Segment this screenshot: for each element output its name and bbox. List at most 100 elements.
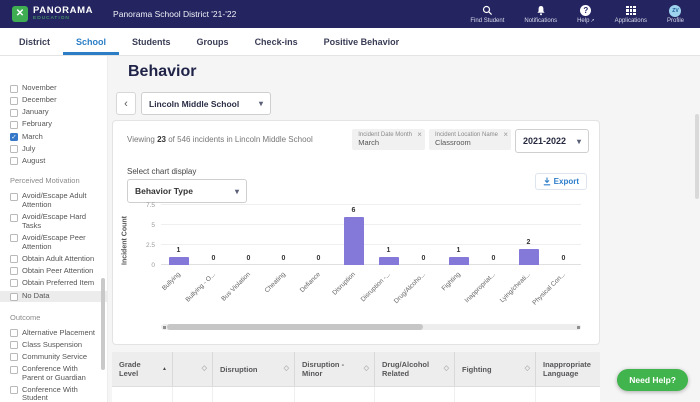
checkbox[interactable] (10, 366, 18, 374)
column-label: Disruption (220, 365, 258, 374)
column-header-grade-level[interactable]: Grade Level▲ (112, 352, 173, 386)
checkbox[interactable] (10, 234, 18, 242)
page-title: Behavior (128, 63, 196, 81)
checkbox-checked[interactable]: ✓ (10, 133, 18, 141)
bar-value-label: 0 (269, 255, 299, 262)
close-icon[interactable]: × (417, 130, 422, 139)
find-student-label: Find Student (470, 18, 504, 24)
notifications-label: Notifications (524, 18, 557, 24)
filter-item-obtain-adult-attention[interactable]: Obtain Adult Attention (10, 255, 101, 264)
filter-item-label: Obtain Peer Attention (22, 267, 93, 276)
filter-item-obtain-preferred-item[interactable]: Obtain Preferred Item (10, 279, 101, 288)
export-button[interactable]: Export (535, 173, 587, 190)
checkbox[interactable] (10, 386, 18, 394)
filter-chip-location: Incident Location Name Classroom × (429, 129, 511, 150)
export-label: Export (554, 177, 579, 186)
column-header-drug-alcohol-related[interactable]: Drug/Alcohol Related◇ (375, 352, 455, 386)
checkbox[interactable] (10, 97, 18, 105)
filter-item-label: Conference With Student (22, 386, 101, 402)
scroll-left-arrow[interactable] (163, 326, 166, 329)
filter-item-conference-with-student[interactable]: Conference With Student (10, 386, 101, 402)
column-header-blank[interactable]: ◇ (173, 352, 213, 386)
tab-school[interactable]: School (63, 28, 119, 55)
filter-item-obtain-peer-attention[interactable]: Obtain Peer Attention (10, 267, 101, 276)
scrollbar-handle[interactable] (167, 324, 423, 330)
checkbox[interactable] (10, 267, 18, 275)
applications-button[interactable]: Applications (615, 5, 647, 24)
checkbox[interactable] (10, 121, 18, 129)
tab-district[interactable]: District (6, 28, 63, 55)
filter-item-august[interactable]: August (10, 157, 101, 166)
main-vertical-scrollbar[interactable] (695, 114, 699, 199)
filter-chip-date-month: Incident Date Month March × (352, 129, 425, 150)
panorama-logo[interactable]: ✕ PANORAMA EDUCATION (12, 6, 93, 22)
tab-students[interactable]: Students (119, 28, 184, 55)
filter-item-avoid-escape-adult-attention[interactable]: Avoid/Escape Adult Attention (10, 192, 101, 209)
back-button[interactable]: ‹ (116, 92, 136, 115)
filter-item-december[interactable]: December (10, 96, 101, 105)
tab-positive-behavior[interactable]: Positive Behavior (311, 28, 413, 55)
help-label: Help↗ (577, 18, 595, 24)
checkbox[interactable] (10, 109, 18, 117)
sidebar-scrollbar[interactable] (101, 278, 105, 370)
school-year-dropdown[interactable]: 2021-2022 ▾ (515, 129, 589, 153)
chart-display-dropdown[interactable]: Behavior Type ▾ (127, 179, 247, 203)
sort-icon: ◇ (202, 365, 207, 373)
column-header-disruption[interactable]: Disruption◇ (213, 352, 295, 386)
column-header-inappropriate-language[interactable]: Inappropriate Language◇ (536, 352, 600, 386)
column-header-fighting[interactable]: Fighting◇ (455, 352, 536, 386)
bar-value-label: 0 (234, 255, 264, 262)
table-row (112, 387, 600, 402)
filter-item-community-service[interactable]: Community Service (10, 353, 101, 362)
checkbox[interactable] (10, 157, 18, 165)
chart-plot-area: 1Bullying0Bullying - O...0Bus Violation0… (161, 205, 581, 265)
behavior-bar-chart: Incident Count 02.557.5 1Bullying0Bullyi… (113, 205, 599, 345)
tab-check-ins[interactable]: Check-ins (242, 28, 311, 55)
y-axis-tick: 0 (129, 262, 155, 269)
filter-item-march[interactable]: ✓March (10, 133, 101, 142)
filter-item-label: Avoid/Escape Adult Attention (22, 192, 101, 209)
filter-item-july[interactable]: July (10, 145, 101, 154)
filter-item-conference-with-parent-or-guardian[interactable]: Conference With Parent or Guardian (10, 365, 101, 382)
checkbox[interactable] (10, 193, 18, 201)
help-button[interactable]: ? Help↗ (577, 5, 595, 24)
filter-item-january[interactable]: January (10, 108, 101, 117)
checkbox[interactable] (10, 341, 18, 349)
filter-item-label: Community Service (22, 353, 87, 362)
close-icon[interactable]: × (503, 130, 508, 139)
filter-item-avoid-escape-peer-attention[interactable]: Avoid/Escape Peer Attention (10, 234, 101, 251)
table-header-row: Grade Level▲ ◇ Disruption◇Disruption - Min… (112, 352, 600, 387)
filter-item-alternative-placement[interactable]: Alternative Placement (10, 329, 101, 338)
checkbox[interactable] (10, 293, 18, 301)
need-help-button[interactable]: Need Help? (617, 369, 688, 391)
filter-item-label: Conference With Parent or Guardian (22, 365, 101, 382)
filter-item-label: July (22, 145, 35, 154)
checkbox[interactable] (10, 329, 18, 337)
gridline (161, 204, 581, 205)
checkbox[interactable] (10, 145, 18, 153)
chart-horizontal-scrollbar[interactable] (161, 324, 581, 330)
page-body: November December January February ✓March Jul… (0, 56, 700, 402)
column-header-disruption-minor[interactable]: Disruption - Minor◇ (295, 352, 375, 386)
filter-item-november[interactable]: November (10, 84, 101, 93)
bar-lying-cheati (519, 249, 539, 265)
brand-subtitle: EDUCATION (33, 16, 93, 22)
tab-groups[interactable]: Groups (184, 28, 242, 55)
school-dropdown[interactable]: Lincoln Middle School ▾ (141, 92, 271, 115)
profile-button[interactable]: ZV Profile (667, 5, 684, 24)
find-student-button[interactable]: Find Student (470, 5, 504, 24)
filter-item-avoid-escape-hard-tasks[interactable]: Avoid/Escape Hard Tasks (10, 213, 101, 230)
checkbox[interactable] (10, 279, 18, 287)
applications-grid-icon (626, 5, 636, 17)
filter-list-perceived-motivation: Avoid/Escape Adult Attention Avoid/Escape… (10, 192, 101, 301)
notifications-button[interactable]: Notifications (524, 5, 557, 24)
checkbox[interactable] (10, 214, 18, 222)
checkbox[interactable] (10, 353, 18, 361)
scroll-right-arrow[interactable] (577, 326, 580, 329)
filter-item-february[interactable]: February (10, 120, 101, 129)
filter-item-class-suspension[interactable]: Class Suspension (10, 341, 101, 350)
incidents-card: Viewing 23 of 546 incidents in Lincoln M… (112, 120, 600, 345)
filter-item-no-data[interactable]: No Data (0, 291, 107, 302)
checkbox[interactable] (10, 85, 18, 93)
checkbox[interactable] (10, 255, 18, 263)
